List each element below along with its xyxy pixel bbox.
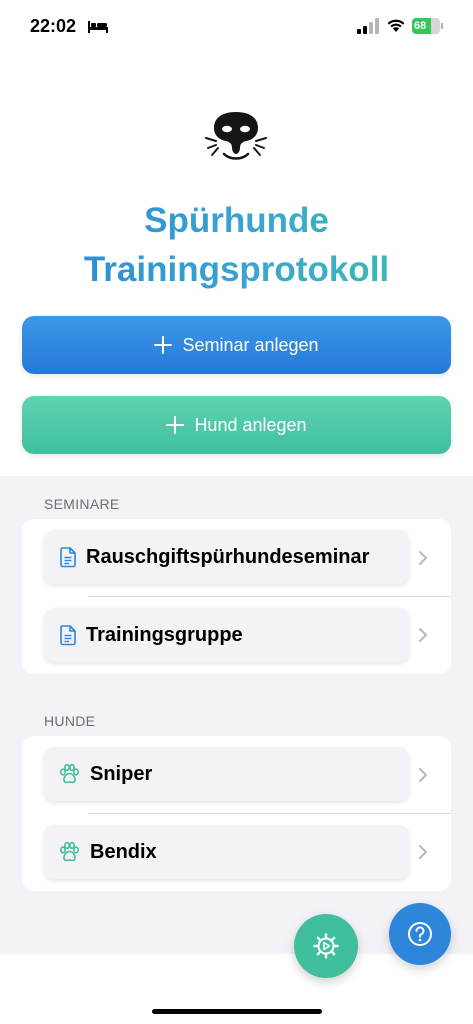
- wifi-icon: [387, 19, 405, 32]
- gear-icon: [313, 933, 339, 959]
- document-icon: [60, 547, 76, 568]
- help-button[interactable]: [389, 903, 451, 965]
- paw-icon: [59, 763, 80, 784]
- bed-icon: [88, 21, 108, 33]
- app-title-line2: Trainingsprotokoll: [0, 250, 473, 290]
- list-item-seminar[interactable]: Rauschgiftspürhundeseminar: [44, 530, 409, 584]
- chevron-right-icon: [419, 845, 427, 859]
- paw-icon: [59, 841, 80, 862]
- add-dog-label: Hund anlegen: [194, 414, 307, 435]
- chevron-right-icon: [419, 628, 427, 642]
- battery-level-text: 68: [414, 20, 427, 32]
- status-bar: 22:02 68: [0, 0, 473, 54]
- cellular-signal-icon: [357, 18, 379, 34]
- list-item-dog[interactable]: Sniper: [44, 747, 409, 801]
- list-item-seminar[interactable]: Trainingsgruppe: [44, 608, 409, 662]
- divider: [88, 813, 451, 814]
- add-seminar-button[interactable]: Seminar anlegen: [22, 316, 451, 374]
- document-icon: [60, 625, 76, 646]
- home-indicator[interactable]: [152, 1009, 322, 1014]
- settings-button[interactable]: [294, 914, 358, 978]
- question-icon: [408, 922, 432, 946]
- section-header-seminare: SEMINARE: [44, 496, 120, 512]
- plus-icon: [166, 416, 185, 434]
- chevron-right-icon: [419, 768, 427, 782]
- list-item-label: Sniper: [90, 762, 153, 785]
- battery-indicator: 68: [412, 18, 444, 34]
- list-item-label: Trainingsgruppe: [86, 623, 243, 646]
- section-header-hunde: HUNDE: [44, 713, 96, 729]
- app-title-line1: Spürhunde: [0, 201, 473, 241]
- status-time: 22:02: [30, 16, 77, 36]
- list-item-label: Rauschgiftspürhundeseminar: [86, 545, 370, 568]
- list-item-label: Bendix: [90, 840, 157, 863]
- dog-nose-logo-icon: [205, 112, 267, 160]
- add-dog-button[interactable]: Hund anlegen: [22, 396, 451, 454]
- chevron-right-icon: [419, 551, 427, 565]
- add-seminar-label: Seminar anlegen: [182, 334, 319, 355]
- divider: [88, 596, 451, 597]
- plus-icon: [154, 336, 173, 354]
- list-item-dog[interactable]: Bendix: [44, 825, 409, 879]
